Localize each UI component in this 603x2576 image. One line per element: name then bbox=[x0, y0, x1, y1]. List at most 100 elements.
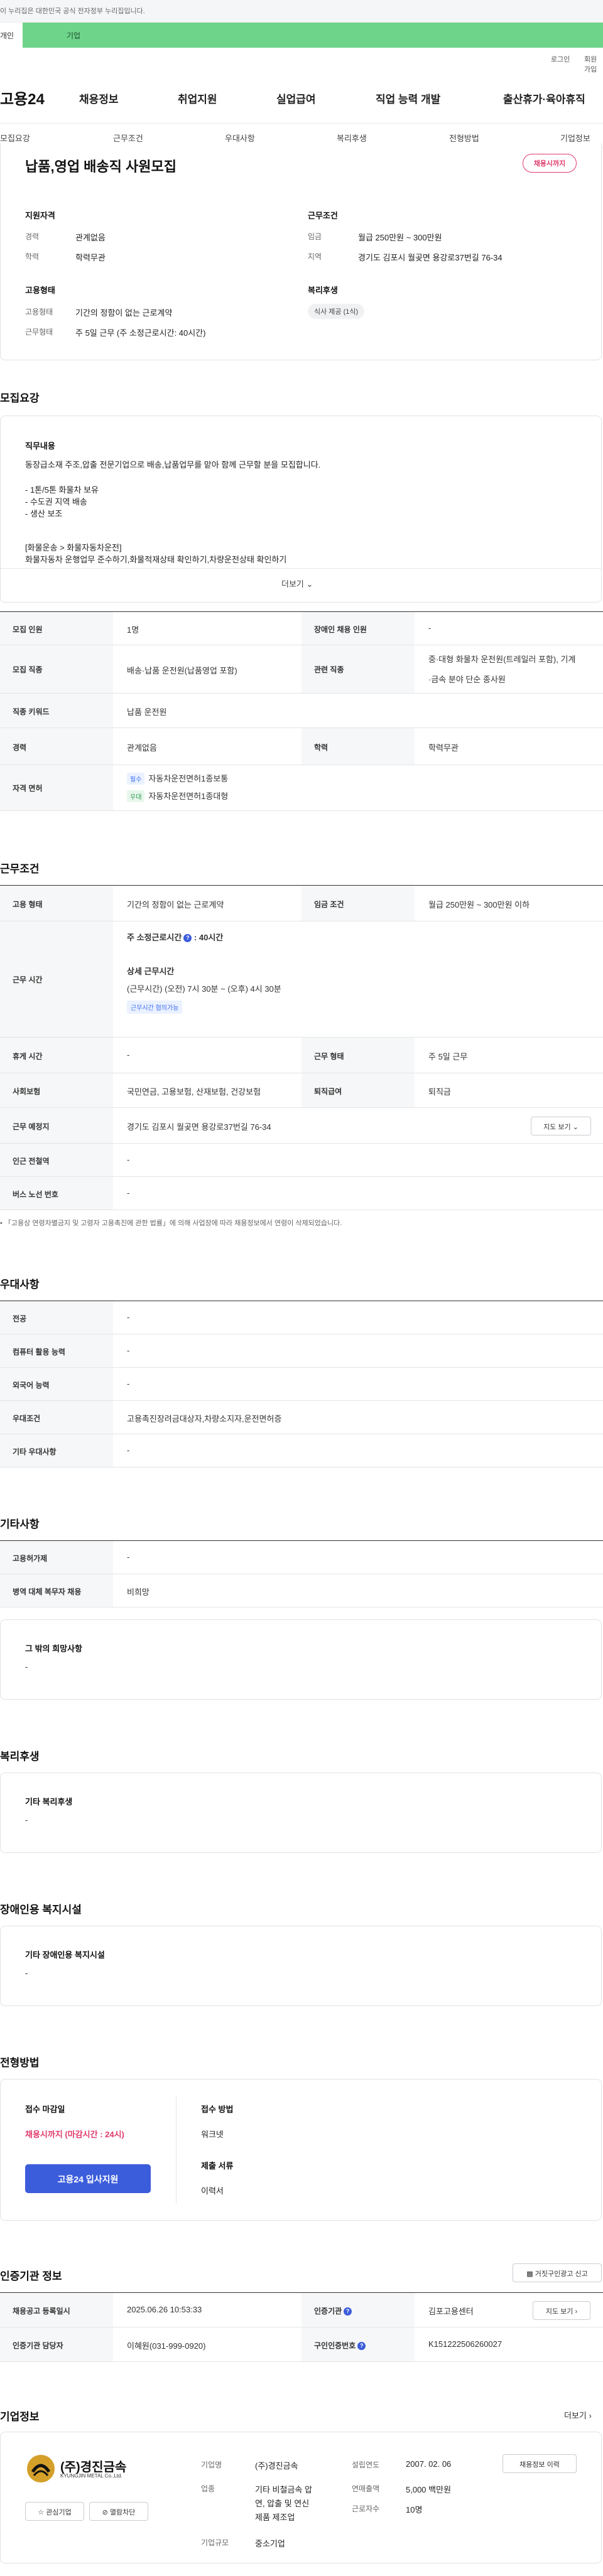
other-wishes-title: 그 밖의 희망사항 bbox=[25, 1644, 82, 1653]
gnb-item-jobs[interactable]: 채용정보 bbox=[79, 90, 119, 106]
td-wage: 월급 250만원 ~ 300만원 이하 bbox=[428, 900, 530, 910]
th-related-job: 관련 직종 bbox=[302, 645, 415, 693]
td-job-category: 배송·납품 운전원(납품영업 포함) bbox=[127, 666, 237, 675]
td-posted-at: 2025.06.26 10:53:33 bbox=[127, 2305, 202, 2314]
cond-heading: 근무조건 bbox=[308, 211, 338, 220]
star-icon: ☆ bbox=[38, 2509, 45, 2516]
th-permit: 고용허가제 bbox=[0, 1541, 113, 1574]
job-desc-heading: 직무내용 bbox=[25, 441, 55, 451]
sales-label: 연매출액 bbox=[352, 2484, 380, 2493]
subnav-process[interactable]: 전형방법 bbox=[449, 132, 479, 144]
weekly-hours-value: 40시간 bbox=[198, 933, 224, 942]
method-value: 워크넷 bbox=[201, 2130, 224, 2139]
th-language: 외국어 능력 bbox=[0, 1368, 113, 1400]
block-view-button[interactable]: ⊘ 열람차단 bbox=[89, 2502, 148, 2521]
emp-heading: 고용형태 bbox=[25, 286, 55, 295]
login-link[interactable]: 로그인 bbox=[551, 54, 570, 64]
subnav-recruit[interactable]: 모집요강 bbox=[0, 132, 30, 144]
report-icon: ▩ bbox=[526, 2270, 533, 2278]
apply-button[interactable]: 고용24 입사지원 bbox=[25, 2164, 151, 2193]
subnav-preference[interactable]: 우대사항 bbox=[225, 132, 255, 144]
th-disabled-headcount: 장애인 채용 인원 bbox=[302, 612, 415, 645]
company-logo-text: (주)경진금속 bbox=[60, 2461, 127, 2474]
qual-heading: 지원자격 bbox=[25, 211, 55, 220]
weekly-hours-label: 주 소정근로시간 bbox=[127, 933, 182, 942]
etc-section-title: 기타사항 bbox=[0, 1518, 40, 1530]
report-label: 거짓구인광고 신고 bbox=[535, 2270, 588, 2278]
emp-type-label: 고용형태 bbox=[25, 308, 53, 316]
td-cert-number: K151222506260027 bbox=[428, 2339, 503, 2349]
td-agency-contact: 이혜원(031-999-0920) bbox=[127, 2341, 206, 2351]
company-logo-en: KYUNGJIN METAL Co.,Ltd. bbox=[60, 2473, 122, 2479]
company-name-value: (주)경진금속 bbox=[255, 2461, 298, 2471]
other-wishes-value: - bbox=[25, 1662, 28, 1672]
job-desc-line-8: 화물자동차 운행업무 준수하기,화물적재상태 확인하기,차량운전상태 확인하기 bbox=[25, 555, 287, 564]
th-cert-number: 구인인증번호? bbox=[302, 2327, 415, 2361]
preference-section-title: 우대사항 bbox=[0, 1279, 40, 1291]
more-button[interactable]: 더보기 ⌄ bbox=[281, 577, 313, 589]
help-icon[interactable]: ? bbox=[183, 934, 192, 943]
th-work-location: 근무 예정지 bbox=[0, 1108, 113, 1143]
gnb-item-unemployment[interactable]: 실업급여 bbox=[276, 90, 316, 106]
false-ad-report-button[interactable]: ▩ 거짓구인광고 신고 bbox=[513, 2263, 602, 2282]
method-heading: 접수 방법 bbox=[201, 2105, 234, 2114]
join-link[interactable]: 회원가입 bbox=[584, 54, 603, 74]
th-other-pref: 기타 우대사항 bbox=[0, 1434, 113, 1467]
th-career: 경력 bbox=[0, 728, 113, 765]
th-job-keyword: 직종 키워드 bbox=[0, 694, 113, 727]
chevron-right-icon: › bbox=[589, 2411, 592, 2420]
edu-value: 학력무관 bbox=[75, 253, 106, 262]
td-job-keyword: 납품 운전원 bbox=[127, 707, 167, 717]
th-posted-at: 채용공고 등록일시 bbox=[0, 2293, 113, 2327]
td-headcount: 1명 bbox=[127, 625, 139, 635]
job-desc-line-1: 동장급소재 주조,압출 전문기업으로 배송,납품업무를 맡아 함께 근무할 분을… bbox=[25, 460, 321, 470]
map-button-agency[interactable]: 지도 보기 › bbox=[533, 2301, 590, 2320]
gnb-item-training[interactable]: 직업 능력 개발 bbox=[376, 90, 440, 106]
required-tag: 필수 bbox=[127, 773, 145, 785]
help-icon[interactable]: ? bbox=[344, 2307, 352, 2316]
scale-value: 중소기업 bbox=[255, 2539, 285, 2548]
th-severance: 퇴직급여 bbox=[302, 1073, 415, 1107]
exp-value: 관계없음 bbox=[75, 233, 106, 242]
process-card bbox=[0, 2079, 602, 2221]
subnav-conditions[interactable]: 근무조건 bbox=[113, 132, 143, 144]
td-pref-conditions: 고용촉진장려금대상자,차량소지자,운전면허증 bbox=[127, 1414, 282, 1424]
td-education: 학력무관 bbox=[428, 743, 459, 753]
gnb-item-employment-support[interactable]: 취업지원 bbox=[178, 90, 217, 106]
deadline-heading: 접수 마감일 bbox=[25, 2105, 65, 2114]
employees-label: 근로자수 bbox=[352, 2504, 380, 2513]
docs-value: 이력서 bbox=[201, 2186, 224, 2196]
gnb-item-leave[interactable]: 출산휴가·육아휴직 bbox=[503, 90, 585, 106]
area-label: 지역 bbox=[308, 252, 322, 261]
favorite-company-button[interactable]: ☆ 관심기업 bbox=[25, 2502, 84, 2521]
th-working-hours: 근무 시간 bbox=[0, 921, 113, 1037]
tab-corporate[interactable]: 기업 bbox=[23, 23, 603, 48]
industry-value-3: 제품 제조업 bbox=[255, 2513, 295, 2522]
wage-label: 임금 bbox=[308, 232, 322, 241]
subnav-company[interactable]: 기업정보 bbox=[560, 132, 590, 144]
th-headcount: 모집 인원 bbox=[0, 612, 113, 645]
site-logo[interactable]: 고용24 bbox=[0, 87, 45, 109]
th-break-time: 휴게 시간 bbox=[0, 1038, 113, 1073]
established-value: 2007. 02. 06 bbox=[406, 2459, 452, 2469]
td-break-time: - bbox=[127, 1050, 130, 1060]
map-agency-label: 지도 보기 bbox=[545, 2308, 573, 2316]
map-button-location[interactable]: 지도 보기 ⌄ bbox=[531, 1117, 591, 1135]
gov-notice-bar: 이 누리집은 대한민국 공식 전자정부 누리집입니다. bbox=[0, 0, 603, 23]
disability-value: - bbox=[25, 1968, 28, 1978]
subnav-welfare[interactable]: 복리후생 bbox=[337, 132, 367, 144]
company-more-link[interactable]: 더보기 › bbox=[564, 2409, 592, 2421]
td-work-form: 주 5일 근무 bbox=[428, 1052, 468, 1061]
hiring-history-button[interactable]: 채용정보 이력 bbox=[503, 2454, 577, 2473]
th-wage: 임금 조건 bbox=[302, 886, 415, 921]
tab-personal[interactable]: 개인 bbox=[0, 23, 23, 48]
th-military: 병역 대체 복무자 채용 bbox=[0, 1574, 113, 1607]
gov-notice-text: 이 누리집은 대한민국 공식 전자정부 누리집입니다. bbox=[0, 8, 145, 15]
help-icon[interactable]: ? bbox=[357, 2342, 366, 2351]
process-divider bbox=[176, 2096, 177, 2203]
docs-heading: 제출 서류 bbox=[201, 2161, 234, 2171]
license-required-value: 자동차운전면허1종보통 bbox=[148, 774, 229, 783]
detail-hours: (근무시간) (오전) 7시 30분 ~ (오후) 4시 30분 bbox=[127, 984, 281, 994]
th-bus: 버스 노선 번호 bbox=[0, 1177, 113, 1210]
block-icon: ⊘ bbox=[102, 2509, 108, 2516]
